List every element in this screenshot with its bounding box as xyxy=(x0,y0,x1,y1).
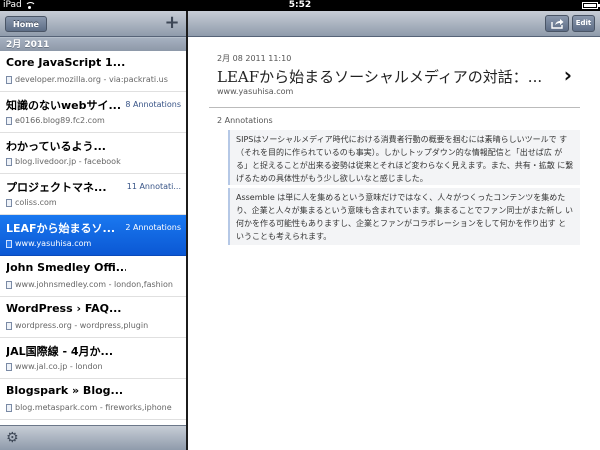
left-bottom-toolbar: ⚙ xyxy=(0,425,186,450)
annotation-count-label: 2 Annotations xyxy=(217,116,273,125)
list-item[interactable]: Blogspark » Blog... blog.metaspark.com -… xyxy=(0,379,186,420)
list-item[interactable]: Core JavaScript 1.... developer.mozilla.… xyxy=(0,51,186,92)
home-button[interactable]: Home xyxy=(5,16,47,32)
article-detail-pane: Edit 2月 08 2011 11:10 LEAFから始まるソーシャルメディア… xyxy=(188,11,600,450)
gear-icon[interactable]: ⚙ xyxy=(6,430,19,446)
right-toolbar: Edit xyxy=(188,11,600,37)
item-title: John Smedley Offi... xyxy=(6,261,126,274)
page-icon xyxy=(6,239,12,248)
share-icon xyxy=(551,19,564,29)
page-icon xyxy=(6,198,12,207)
page-icon xyxy=(6,280,12,289)
list-item[interactable]: プロジェクトマネ... 11 Annotati... coliss.com xyxy=(0,174,186,215)
page-icon xyxy=(6,116,12,125)
divider-line xyxy=(209,107,580,108)
list-item[interactable]: 知識のないwebサイ... 8 Annotations e0166.blog89… xyxy=(0,92,186,133)
article-url[interactable]: www.yasuhisa.com xyxy=(217,87,293,96)
battery-icon xyxy=(582,2,600,9)
item-source: coliss.com xyxy=(6,198,184,207)
item-source: wordpress.org - wordpress,plugin xyxy=(6,321,184,330)
item-title: Core JavaScript 1.... xyxy=(6,56,126,69)
bookmark-list-pane: Home + 2月 2011 Core JavaScript 1.... dev… xyxy=(0,11,186,450)
item-source: blog.livedoor.jp - facebook xyxy=(6,157,184,166)
bookmark-list: Core JavaScript 1.... developer.mozilla.… xyxy=(0,51,186,427)
list-item[interactable]: John Smedley Offi... www.johnsmedley.com… xyxy=(0,256,186,297)
status-time: 5:52 xyxy=(288,0,312,10)
article-date: 2月 08 2011 11:10 xyxy=(217,54,292,63)
item-source: www.jal.co.jp - london xyxy=(6,362,184,371)
annotation-block: Assemble は単に人を集めるという意味だけではなく、人々がつくったコンテン… xyxy=(228,188,580,245)
item-title: JAL国際線 - 4月か... xyxy=(6,345,114,358)
edit-button[interactable]: Edit xyxy=(572,15,595,32)
item-title: Blogspark » Blog... xyxy=(6,384,124,397)
article-title[interactable]: LEAFから始まるソーシャルメディアの対話：... xyxy=(217,66,547,87)
chevron-right-icon[interactable]: › xyxy=(564,63,572,87)
item-source: e0166.blog89.fc2.com xyxy=(6,116,184,125)
item-source: developer.mozilla.org - via:packrati.us xyxy=(6,75,184,84)
page-icon xyxy=(6,362,12,371)
add-icon[interactable]: + xyxy=(163,14,181,32)
item-title: WordPress › FAQ... xyxy=(6,302,122,315)
share-button[interactable] xyxy=(545,15,569,32)
annotation-count: 8 Annotations xyxy=(125,100,181,109)
section-header: 2月 2011 xyxy=(0,37,186,51)
annotation-count: 11 Annotati... xyxy=(126,182,181,191)
annotation-count: 2 Annotations xyxy=(125,223,181,232)
annotation-block: SIPSはソーシャルメディア時代における消費者行動の概要を掴むには素晴らしいツー… xyxy=(228,130,580,185)
list-item[interactable]: JAL国際線 - 4月か... www.jal.co.jp - london xyxy=(0,338,186,379)
list-item-selected[interactable]: LEAFから始まるソ... 2 Annotations www.yasuhisa… xyxy=(0,215,186,256)
item-source: www.johnsmedley.com - london,fashion xyxy=(6,280,184,289)
item-title: 知識のないwebサイ... xyxy=(6,99,122,112)
item-title: プロジェクトマネ... xyxy=(6,181,107,194)
page-icon xyxy=(6,321,12,330)
item-title: LEAFから始まるソ... xyxy=(6,222,116,235)
list-item[interactable]: わかっているよう... blog.livedoor.jp - facebook xyxy=(0,133,186,174)
list-item[interactable]: WordPress › FAQ... wordpress.org - wordp… xyxy=(0,297,186,338)
left-toolbar: Home + xyxy=(0,11,186,37)
page-icon xyxy=(6,75,12,84)
page-icon xyxy=(6,157,12,166)
item-source: blog.metaspark.com - fireworks,iphone xyxy=(6,403,184,412)
item-title: わかっているよう... xyxy=(6,140,106,153)
page-icon xyxy=(6,403,12,412)
status-bar: iPad 5:52 xyxy=(0,0,600,11)
item-source: www.yasuhisa.com xyxy=(6,239,184,248)
